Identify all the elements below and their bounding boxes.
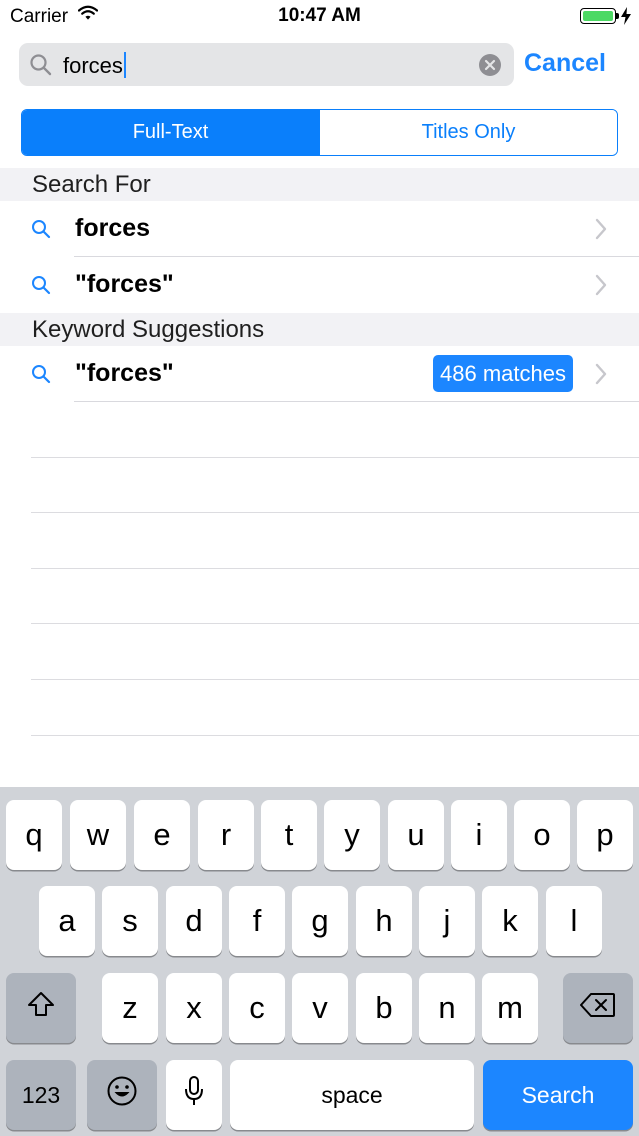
key-n[interactable]: n (419, 973, 475, 1043)
battery-icon (580, 8, 616, 24)
charging-icon (621, 7, 631, 30)
shift-icon (26, 990, 56, 1026)
divider (31, 512, 639, 513)
key-x[interactable]: x (166, 973, 222, 1043)
key-v[interactable]: v (292, 973, 348, 1043)
clock: 10:47 AM (278, 5, 361, 26)
list-item-label: "forces" (75, 359, 174, 387)
search-scope-segmented-control: Full-Text Titles Only (21, 109, 618, 156)
key-z[interactable]: z (102, 973, 158, 1043)
search-icon (29, 53, 53, 82)
match-count-badge: 486 matches (433, 355, 573, 392)
key-i[interactable]: i (451, 800, 507, 870)
status-bar: Carrier 10:47 AM (0, 0, 639, 34)
chevron-right-icon (594, 218, 608, 245)
key-t[interactable]: t (261, 800, 317, 870)
search-icon (31, 219, 51, 244)
divider (74, 401, 639, 402)
emoji-key[interactable] (87, 1060, 157, 1130)
divider (31, 568, 639, 569)
key-e[interactable]: e (134, 800, 190, 870)
section-header-search-for: Search For (0, 168, 639, 201)
divider (31, 679, 639, 680)
numbers-key[interactable]: 123 (6, 1060, 76, 1130)
list-item-label: "forces" (75, 270, 174, 298)
key-a[interactable]: a (39, 886, 95, 956)
key-u[interactable]: u (388, 800, 444, 870)
search-icon (31, 364, 51, 389)
key-b[interactable]: b (356, 973, 412, 1043)
microphone-icon (183, 1075, 205, 1115)
backspace-icon (580, 990, 616, 1026)
chevron-right-icon (594, 363, 608, 390)
search-input[interactable]: forces (63, 52, 127, 79)
key-o[interactable]: o (514, 800, 570, 870)
segment-titles-only[interactable]: Titles Only (319, 110, 617, 155)
divider (31, 735, 639, 736)
text-cursor (123, 52, 127, 78)
list-item[interactable]: forces (0, 201, 639, 257)
divider (31, 457, 639, 458)
segment-full-text[interactable]: Full-Text (22, 110, 319, 155)
key-k[interactable]: k (482, 886, 538, 956)
list-item[interactable]: "forces" (0, 257, 639, 313)
key-g[interactable]: g (292, 886, 348, 956)
keyboard: q w e r t y u i o p a s d f g h j k l z … (0, 787, 639, 1136)
key-d[interactable]: d (166, 886, 222, 956)
key-p[interactable]: p (577, 800, 633, 870)
key-w[interactable]: w (70, 800, 126, 870)
key-f[interactable]: f (229, 886, 285, 956)
key-h[interactable]: h (356, 886, 412, 956)
list-item-label: forces (75, 214, 151, 242)
section-header-keyword-suggestions: Keyword Suggestions (0, 313, 639, 346)
cancel-button[interactable]: Cancel (524, 49, 606, 78)
key-r[interactable]: r (198, 800, 254, 870)
emoji-icon (106, 1075, 138, 1115)
list-item[interactable]: "forces" 486 matches (0, 346, 639, 402)
key-m[interactable]: m (482, 973, 538, 1043)
shift-key[interactable] (6, 973, 76, 1043)
delete-key[interactable] (563, 973, 633, 1043)
dictation-key[interactable] (166, 1060, 222, 1130)
key-l[interactable]: l (546, 886, 602, 956)
chevron-right-icon (594, 274, 608, 301)
divider (31, 623, 639, 624)
space-key[interactable]: space (230, 1060, 474, 1130)
search-bar[interactable]: forces (19, 43, 514, 86)
key-c[interactable]: c (229, 973, 285, 1043)
search-input-text: forces (63, 53, 123, 78)
search-icon (31, 275, 51, 300)
clear-text-icon[interactable] (479, 54, 501, 76)
key-j[interactable]: j (419, 886, 475, 956)
key-s[interactable]: s (102, 886, 158, 956)
key-q[interactable]: q (6, 800, 62, 870)
search-key[interactable]: Search (483, 1060, 633, 1130)
battery-tip (616, 13, 619, 19)
key-y[interactable]: y (324, 800, 380, 870)
